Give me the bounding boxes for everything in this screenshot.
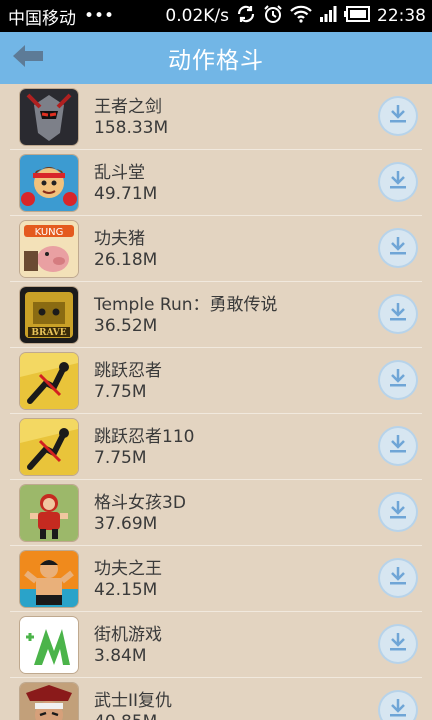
app-size: 7.75M: [94, 382, 147, 402]
download-icon: [387, 301, 409, 327]
list-item[interactable]: 武士II复仇40.85M: [10, 678, 422, 720]
battery-icon: [344, 5, 370, 27]
list-item[interactable]: KUNG 功夫猪 26.18M: [10, 216, 422, 282]
app-size: 37.69M: [94, 514, 158, 534]
carrier-label: 中国移动: [8, 8, 76, 29]
list-item[interactable]: 跳跃忍者 7.75M: [10, 348, 422, 414]
network-speed: 0.02K/s: [165, 6, 229, 26]
download-button[interactable]: [380, 626, 416, 662]
app-size: 3.84M: [94, 646, 147, 666]
samurai-icon: [20, 683, 78, 720]
back-arrow-icon: [11, 43, 45, 73]
download-button[interactable]: [380, 362, 416, 398]
app-size: 7.75M: [94, 448, 147, 468]
download-icon: [387, 367, 409, 393]
app-name: 乱斗堂: [94, 163, 145, 183]
kungfu-pig-icon: KUNG: [20, 221, 78, 277]
list-item[interactable]: 乱斗堂 49.71M: [10, 150, 422, 216]
page-title: 动作格斗: [168, 48, 264, 74]
notification-dots: •••: [84, 6, 115, 26]
signal-icon: [319, 5, 337, 27]
download-button[interactable]: [380, 296, 416, 332]
kungfu-king-icon: [20, 551, 78, 607]
svg-text:KUNG: KUNG: [35, 227, 64, 238]
arcade-logo-icon: [20, 617, 78, 673]
app-size: 42.15M: [94, 580, 158, 600]
download-button[interactable]: [380, 230, 416, 266]
wifi-icon: [290, 5, 312, 28]
clock-time: 22:38: [377, 6, 426, 26]
download-button[interactable]: [380, 560, 416, 596]
app-name: 功夫猪: [94, 229, 145, 249]
list-item[interactable]: 功夫之王 42.15M: [10, 546, 422, 612]
app-size: 158.33M: [94, 118, 169, 138]
download-button[interactable]: [380, 164, 416, 200]
list-item[interactable]: BRAVE Temple Run：勇敢传说 36.52M: [10, 282, 422, 348]
app-name: 武士II复仇: [94, 691, 173, 711]
download-icon: [387, 433, 409, 459]
svg-text:BRAVE: BRAVE: [31, 328, 66, 338]
download-icon: [387, 235, 409, 261]
download-button[interactable]: [380, 98, 416, 134]
sync-icon: [236, 5, 256, 28]
app-name: 街机游戏: [94, 625, 162, 645]
download-icon: [387, 631, 409, 657]
title-bar: 动作格斗: [0, 32, 432, 84]
list-item[interactable]: 跳跃忍者110 7.75M: [10, 414, 422, 480]
download-icon: [387, 103, 409, 129]
brave-idol-icon: BRAVE: [20, 287, 78, 343]
alarm-clock-icon: [263, 4, 283, 29]
armored-knight-icon: [20, 89, 78, 145]
fighter-girl-icon: [20, 485, 78, 541]
download-button[interactable]: [380, 494, 416, 530]
app-size: 49.71M: [94, 184, 158, 204]
ninja-icon: [20, 353, 78, 409]
app-list[interactable]: 王者之剑 158.33M 乱斗堂 49.71M KUNG 功夫猪 26.18M BRAVE Te…: [0, 84, 432, 720]
app-name: Temple Run：勇敢传说: [94, 295, 278, 315]
app-name: 跳跃忍者110: [94, 427, 195, 447]
cartoon-fighter-icon: [20, 155, 78, 211]
app-list-items: 王者之剑 158.33M 乱斗堂 49.71M KUNG 功夫猪 26.18M BRAVE Te…: [10, 84, 422, 720]
download-icon: [387, 499, 409, 525]
app-size: 36.52M: [94, 316, 158, 336]
download-icon: [387, 169, 409, 195]
app-name: 王者之剑: [94, 97, 162, 117]
app-name: 功夫之王: [94, 559, 162, 579]
download-button[interactable]: [380, 428, 416, 464]
app-name: 格斗女孩3D: [94, 493, 186, 513]
list-item[interactable]: 街机游戏 3.84M: [10, 612, 422, 678]
download-icon: [387, 565, 409, 591]
list-item[interactable]: 王者之剑 158.33M: [10, 84, 422, 150]
ninja-icon: [20, 419, 78, 475]
download-icon: [387, 697, 409, 720]
download-button[interactable]: [380, 692, 416, 720]
app-name: 跳跃忍者: [94, 361, 162, 381]
app-size: 40.85M: [94, 712, 157, 720]
back-button[interactable]: [8, 42, 48, 74]
list-item[interactable]: 格斗女孩3D 37.69M: [10, 480, 422, 546]
app-size: 26.18M: [94, 250, 158, 270]
status-bar: 中国移动 ••• 0.02K/s 22:38: [0, 0, 432, 32]
